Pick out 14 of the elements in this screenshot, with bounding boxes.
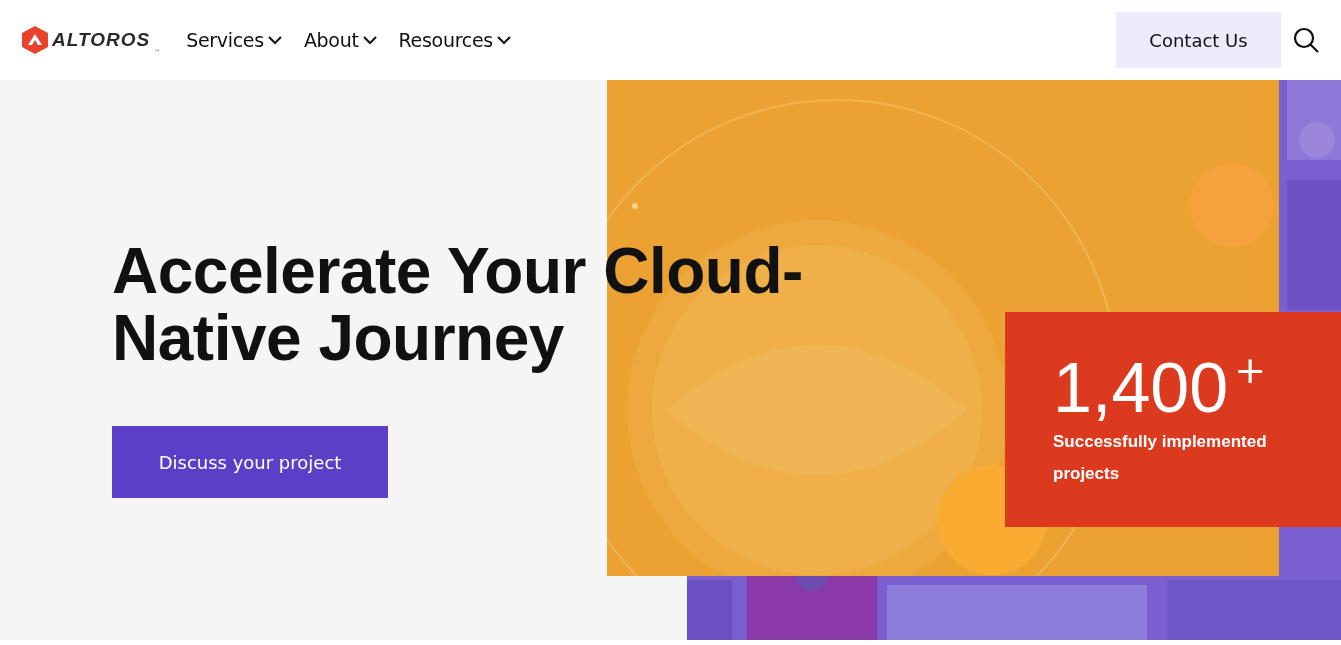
stat-value: 1,400 [1053,350,1229,426]
nav-menu-item[interactable]: Resources [398,29,511,51]
chevron-down-icon [496,35,511,45]
stat-suffix: + [1234,350,1266,390]
chevron-down-icon [362,35,377,45]
search-icon[interactable] [1293,27,1319,53]
stat-caption: Successfully implemented projects [1053,431,1268,485]
nav-menu-item[interactable]: About [303,29,377,51]
chevron-down-icon [267,35,282,45]
logo-text[interactable]: ALTOROS [52,29,151,51]
contact-button[interactable]: Contact Us [1116,12,1281,68]
discuss-project-button[interactable]: Discuss your project [112,426,388,498]
logo-icon[interactable] [22,26,48,54]
nav-menu-item[interactable]: Services [186,29,282,51]
